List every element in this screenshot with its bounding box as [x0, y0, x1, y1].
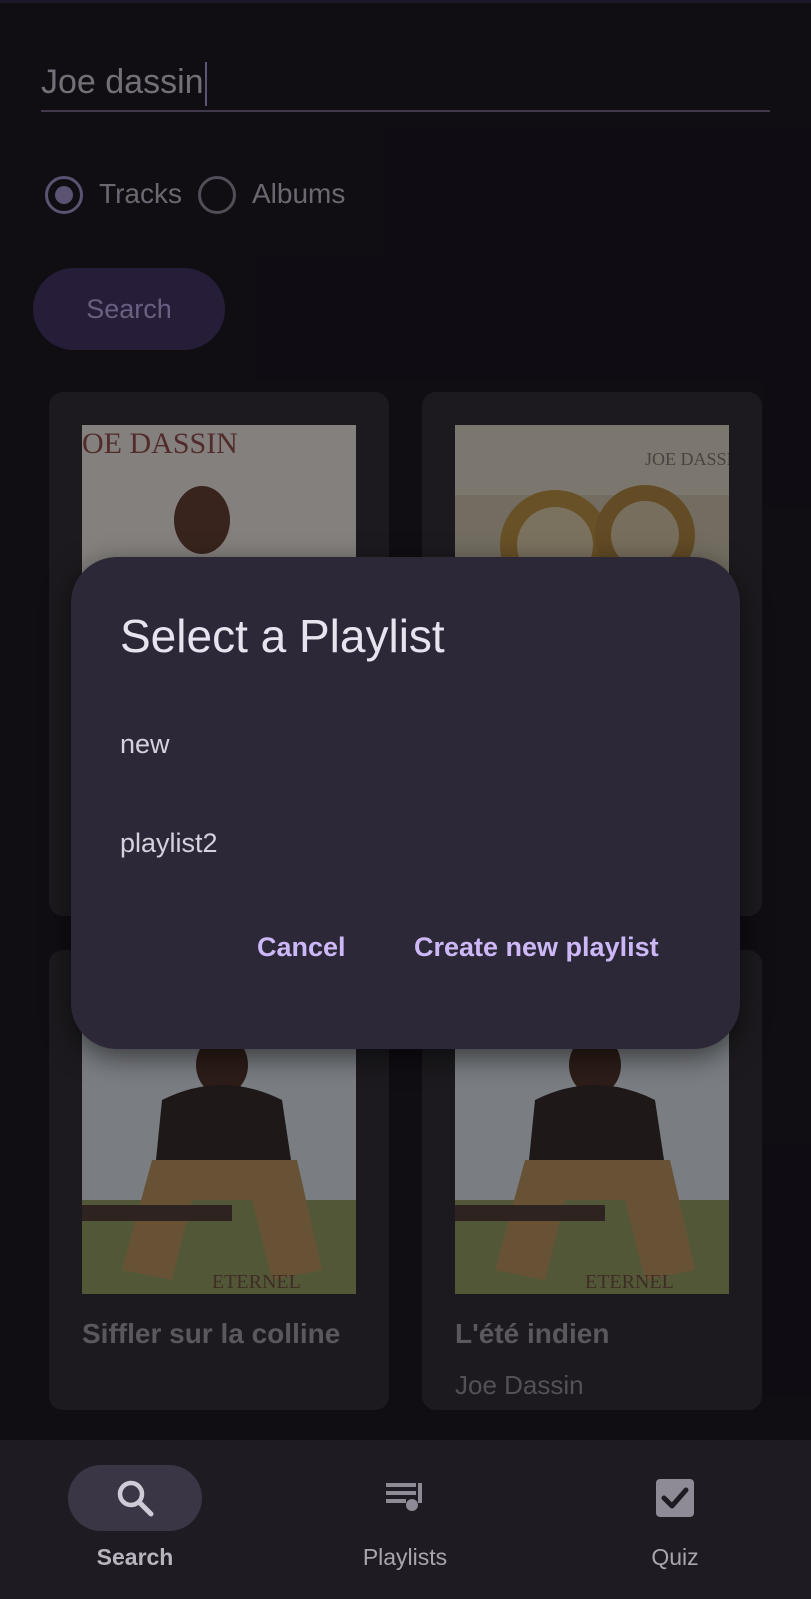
select-playlist-dialog: Select a Playlist new playlist2 Cancel C… [71, 557, 740, 1049]
playlist-option-playlist2[interactable]: playlist2 [120, 828, 218, 859]
nav-item-quiz[interactable]: Quiz [540, 1440, 810, 1599]
playlist-icon [386, 1483, 422, 1511]
playlist-option-new[interactable]: new [120, 729, 170, 760]
nav-label-quiz: Quiz [651, 1544, 699, 1570]
create-new-playlist-button[interactable]: Create new playlist [414, 932, 659, 963]
checkbox-icon [656, 1479, 694, 1517]
dialog-title: Select a Playlist [120, 610, 445, 662]
search-icon [117, 1480, 154, 1517]
nav-label-search: Search [96, 1544, 174, 1570]
app-screen: Joe dassin Tracks Albums Search OE DASSI… [0, 0, 811, 1599]
bottom-navigation: Search Playlists Quiz [0, 1440, 811, 1599]
cancel-button[interactable]: Cancel [257, 932, 346, 963]
nav-item-playlists[interactable]: Playlists [270, 1440, 540, 1599]
nav-item-search[interactable]: Search [0, 1440, 270, 1599]
nav-label-playlists: Playlists [362, 1544, 448, 1570]
